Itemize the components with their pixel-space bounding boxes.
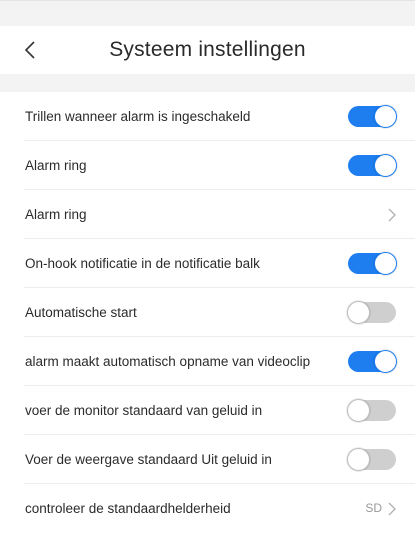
toggle-knob xyxy=(347,399,370,422)
chevron-right-icon xyxy=(388,502,396,516)
setting-label: Alarm ring xyxy=(25,158,87,173)
setting-label: voer de monitor standaard van geluid in xyxy=(25,403,263,418)
header-bar: Systeem instellingen xyxy=(0,26,415,74)
toggle-knob xyxy=(374,154,397,177)
setting-monitor-sound[interactable]: voer de monitor standaard van geluid in xyxy=(0,386,415,435)
setting-label: Alarm ring xyxy=(25,207,87,222)
auto-record-toggle[interactable] xyxy=(348,350,397,373)
setting-value: SD xyxy=(365,501,382,515)
setting-label: Automatische start xyxy=(25,305,137,320)
setting-label: On-hook notificatie in de notificatie ba… xyxy=(25,256,260,271)
setting-label: controleer de standaardhelderheid xyxy=(25,501,231,516)
setting-label: alarm maakt automatisch opname van video… xyxy=(25,354,311,369)
toggle-knob xyxy=(374,105,397,128)
onhook-notification-toggle[interactable] xyxy=(348,252,397,275)
toggle-knob xyxy=(347,448,370,471)
setting-label: Voer de weergave standaard Uit geluid in xyxy=(25,452,272,467)
chevron-right-icon xyxy=(388,208,396,222)
toggle-knob xyxy=(374,350,397,373)
setting-alarm-ring-toggle[interactable]: Alarm ring xyxy=(0,141,415,190)
setting-auto-start[interactable]: Automatische start xyxy=(0,288,415,337)
vibrate-toggle[interactable] xyxy=(348,105,397,128)
setting-alarm-ring-select[interactable]: Alarm ring xyxy=(0,190,415,239)
section-divider xyxy=(0,74,415,92)
alarm-ring-toggle[interactable] xyxy=(348,154,397,177)
setting-onhook-notification[interactable]: On-hook notificatie in de notificatie ba… xyxy=(0,239,415,288)
setting-auto-record-video[interactable]: alarm maakt automatisch opname van video… xyxy=(0,337,415,386)
status-bar-strip xyxy=(0,0,415,26)
settings-list: Trillen wanneer alarm is ingeschakeld Al… xyxy=(0,92,415,533)
auto-start-toggle[interactable] xyxy=(347,301,396,324)
playback-sound-toggle[interactable] xyxy=(347,448,396,471)
page-title: Systeem instellingen xyxy=(109,38,306,61)
toggle-knob xyxy=(347,301,370,324)
toggle-knob xyxy=(374,252,397,275)
setting-label: Trillen wanneer alarm is ingeschakeld xyxy=(25,109,251,124)
setting-default-brightness[interactable]: controleer de standaardhelderheid SD xyxy=(0,484,415,533)
setting-vibrate-on-alarm[interactable]: Trillen wanneer alarm is ingeschakeld xyxy=(0,92,415,141)
monitor-sound-toggle[interactable] xyxy=(347,399,396,422)
setting-playback-sound[interactable]: Voer de weergave standaard Uit geluid in xyxy=(0,435,415,484)
